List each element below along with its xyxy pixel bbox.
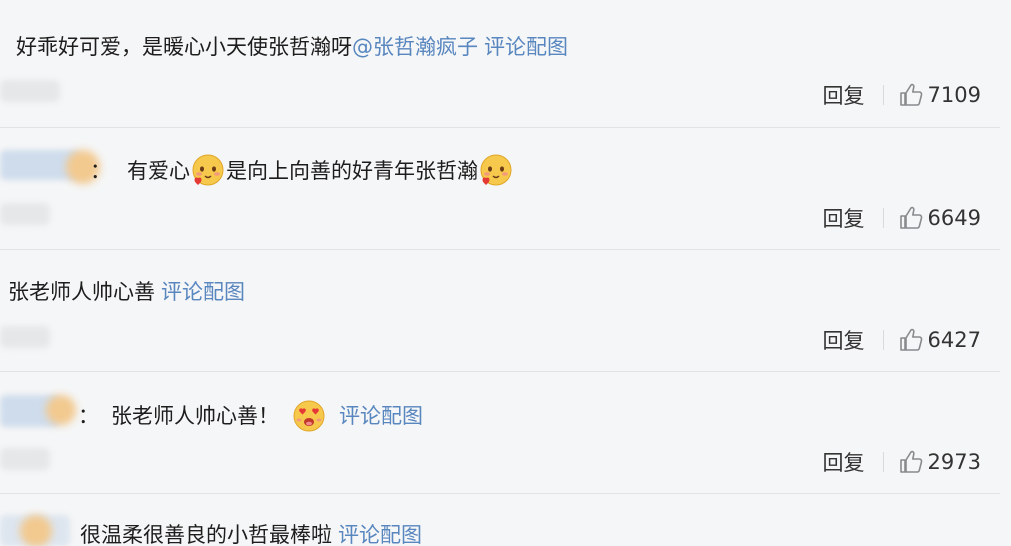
comment-text: 好乖好可爱，是暖心小天使张哲瀚呀: [16, 35, 352, 59]
reply-button[interactable]: 回复: [823, 447, 865, 477]
blush-heart-emoji-icon: [192, 154, 224, 186]
comment-feed: 好乖好可爱，是暖心小天使张哲瀚呀 @张哲瀚疯子 评论配图 回复 7109 ： 有…: [0, 0, 1011, 546]
like-button[interactable]: 6649: [898, 205, 981, 231]
view-photo-link[interactable]: 评论配图: [339, 401, 423, 431]
blurred-timestamp: [0, 203, 50, 225]
like-button[interactable]: 7109: [898, 82, 981, 108]
thumbs-up-icon: [899, 206, 922, 229]
comment-actions: 回复 7109: [823, 80, 981, 110]
heart-eyes-emoji-icon: [293, 400, 325, 432]
view-photo-link[interactable]: 评论配图: [484, 32, 568, 62]
action-divider: [882, 208, 884, 228]
like-count: 7109: [927, 83, 981, 107]
comment-actions: 回复 6649: [823, 203, 981, 233]
like-button[interactable]: 6427: [898, 327, 981, 353]
comment-divider: [0, 127, 1000, 128]
thumbs-up-icon: [899, 328, 922, 351]
comment-divider: [0, 493, 1000, 494]
like-button[interactable]: 2973: [898, 449, 981, 475]
thumbs-up-icon: [899, 83, 922, 106]
reply-button[interactable]: 回复: [823, 80, 865, 110]
like-count: 6649: [927, 206, 981, 230]
comment-body: 张老师人帅心善 评论配图: [8, 277, 245, 307]
view-photo-link[interactable]: 评论配图: [338, 520, 422, 546]
comment-text: 是向上向善的好青年张哲瀚: [226, 159, 478, 183]
comment-text: 张老师人帅心善！: [111, 404, 279, 428]
comment-body: 好乖好可爱，是暖心小天使张哲瀚呀 @张哲瀚疯子 评论配图: [16, 32, 568, 62]
mention-link[interactable]: @张哲瀚疯子: [352, 32, 478, 62]
comment-divider: [0, 249, 1000, 250]
like-count: 6427: [927, 328, 981, 352]
comment-actions: 回复 2973: [823, 447, 981, 477]
name-colon: ：: [78, 404, 99, 428]
blurred-timestamp: [0, 448, 50, 470]
comment-text: 有爱心: [127, 159, 190, 183]
blush-heart-emoji-icon: [480, 154, 512, 186]
name-colon: ：: [90, 159, 111, 183]
comment-body: ： 有爱心 是向上向善的好青年张哲瀚: [90, 153, 514, 189]
action-divider: [882, 85, 884, 105]
thumbs-up-icon: [899, 450, 922, 473]
comment-text: 张老师人帅心善: [8, 280, 155, 304]
view-photo-link[interactable]: 评论配图: [161, 277, 245, 307]
action-divider: [882, 452, 884, 472]
like-count: 2973: [927, 450, 981, 474]
reply-button[interactable]: 回复: [823, 203, 865, 233]
comment-body: ： 张老师人帅心善！ 评论配图: [78, 398, 423, 434]
blurred-avatar: [20, 515, 52, 546]
comment-body: 很温柔很善良的小哲最棒啦 评论配图: [80, 520, 422, 546]
action-divider: [882, 330, 884, 350]
comment-text: 很温柔很善良的小哲最棒啦: [80, 523, 332, 546]
blurred-timestamp: [0, 80, 60, 102]
reply-button[interactable]: 回复: [823, 325, 865, 355]
comment-divider: [0, 371, 1000, 372]
blurred-timestamp: [0, 326, 50, 348]
blurred-avatar: [46, 395, 76, 425]
comment-actions: 回复 6427: [823, 325, 981, 355]
